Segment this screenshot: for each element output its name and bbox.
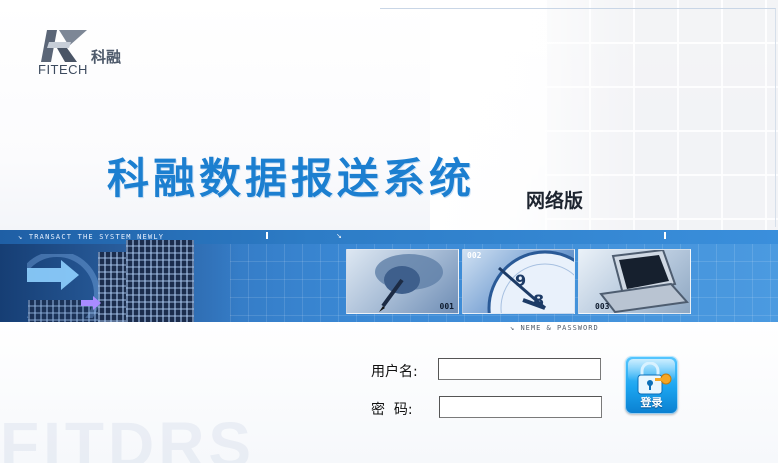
thumbnail-laptop: 003 — [578, 249, 691, 314]
password-input[interactable] — [439, 396, 602, 418]
edition-label: 网络版 — [526, 190, 584, 212]
watermark-text: FITDRS — [0, 409, 256, 463]
page-title: 科融数据报送系统 — [107, 154, 476, 203]
banner-tick — [266, 232, 268, 239]
thumbnail-number: 003 — [595, 302, 610, 311]
lock-key-icon — [637, 362, 672, 395]
header: FITECH 科融 科融数据报送系统 网络版 — [0, 0, 778, 230]
password-label: 密 码: — [371, 402, 413, 418]
banner-tick — [664, 232, 666, 239]
thumbnail-pen: 001 — [346, 249, 459, 314]
thumbnail-number: 002 — [467, 251, 482, 260]
login-button[interactable]: 登录 — [625, 356, 678, 414]
fitech-logo-icon — [41, 30, 87, 62]
thumbnail-number: 001 — [439, 302, 454, 311]
banner-tagline-text: TRANSACT THE SYSTEM NEWLY — [28, 233, 165, 241]
login-window: FITECH 科融 科融数据报送系统 网络版 ↘ ↘ TRANSACT THE … — [0, 0, 778, 463]
login-section-tagline-text: NEME & PASSWORD — [520, 324, 599, 332]
logo-text-cn: 科融 — [91, 48, 122, 66]
arrow-down-right-icon: ↘ — [18, 233, 29, 241]
banner-tagline: ↘ TRANSACT THE SYSTEM NEWLY — [18, 233, 164, 241]
logo-text-en: FITECH — [38, 62, 88, 77]
login-button-label: 登录 — [640, 396, 663, 409]
username-label: 用户名: — [371, 364, 418, 380]
building-image — [126, 240, 194, 322]
login-section-tagline: ↘ NEME & PASSWORD — [510, 324, 599, 332]
arrow-graphic-icon — [27, 254, 101, 318]
arrow-down-right-icon: ↘ — [510, 324, 521, 332]
thumbnail-clock: 9 8 002 — [462, 249, 575, 314]
username-input[interactable] — [438, 358, 601, 380]
arrow-down-right-icon: ↘ — [336, 232, 342, 240]
